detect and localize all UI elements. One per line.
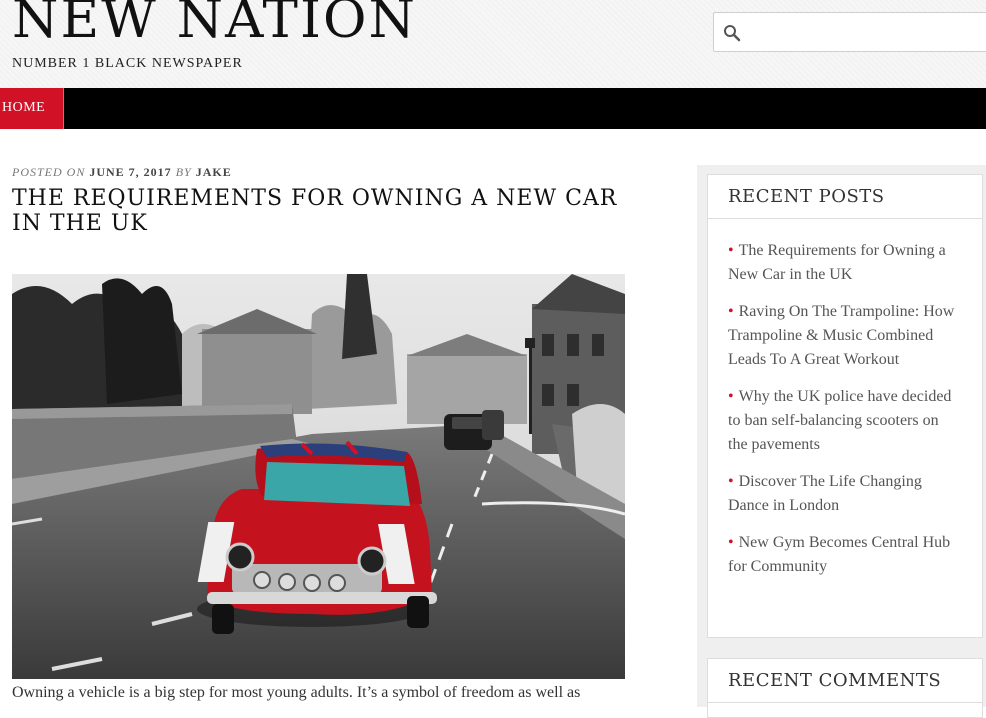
search-icon: [724, 25, 741, 42]
post-meta: POSTED ON JUNE 7, 2017 BY JAKE: [12, 165, 232, 180]
bullet-icon: •: [728, 303, 734, 320]
recent-post-link[interactable]: Raving On The Trampoline: How Trampoline…: [728, 303, 954, 368]
recent-post-link[interactable]: The Requirements for Owning a New Car in…: [728, 242, 946, 283]
site-title[interactable]: NEW NATION: [12, 0, 417, 46]
bullet-icon: •: [728, 388, 734, 405]
search-input[interactable]: [750, 19, 984, 47]
recent-posts-title: RECENT POSTS: [708, 175, 982, 219]
recent-comments-widget: RECENT COMMENTS: [707, 658, 983, 718]
main-nav: HOME: [0, 88, 986, 129]
recent-post-item[interactable]: • Raving On The Trampoline: How Trampolin…: [728, 300, 962, 372]
recent-post-item[interactable]: • Discover The Life Changing Dance in Lon…: [728, 470, 962, 518]
by-label: BY: [175, 165, 192, 179]
recent-posts-widget: RECENT POSTS • The Requirements for Ownin…: [707, 174, 983, 638]
recent-post-item[interactable]: • The Requirements for Owning a New Car i…: [728, 239, 962, 287]
site-tagline: NUMBER 1 BLACK NEWSPAPER: [12, 56, 243, 71]
recent-post-link[interactable]: Why the UK police have decided to ban se…: [728, 388, 951, 453]
recent-posts-list: • The Requirements for Owning a New Car i…: [708, 219, 982, 579]
bullet-icon: •: [728, 473, 734, 490]
posted-on-label: POSTED ON: [12, 165, 86, 179]
post-excerpt: Owning a vehicle is a big step for most …: [12, 684, 581, 701]
bullet-icon: •: [728, 534, 734, 551]
post-featured-image[interactable]: [12, 274, 625, 679]
site-header: NEW NATION NUMBER 1 BLACK NEWSPAPER: [0, 0, 986, 88]
nav-item-home[interactable]: HOME: [0, 88, 64, 129]
recent-post-item[interactable]: • Why the UK police have decided to ban s…: [728, 385, 962, 457]
post-title[interactable]: THE REQUIREMENTS FOR OWNING A NEW CAR IN…: [12, 186, 652, 236]
recent-post-link[interactable]: New Gym Becomes Central Hub for Communit…: [728, 534, 950, 575]
recent-post-link[interactable]: Discover The Life Changing Dance in Lond…: [728, 473, 922, 514]
recent-post-item[interactable]: • New Gym Becomes Central Hub for Communi…: [728, 531, 962, 579]
car-street-photo: [12, 274, 625, 679]
bullet-icon: •: [728, 242, 734, 259]
post-author[interactable]: JAKE: [196, 165, 232, 179]
recent-comments-title: RECENT COMMENTS: [708, 659, 982, 703]
post-date[interactable]: JUNE 7, 2017: [89, 165, 171, 179]
search-box[interactable]: [713, 12, 986, 52]
